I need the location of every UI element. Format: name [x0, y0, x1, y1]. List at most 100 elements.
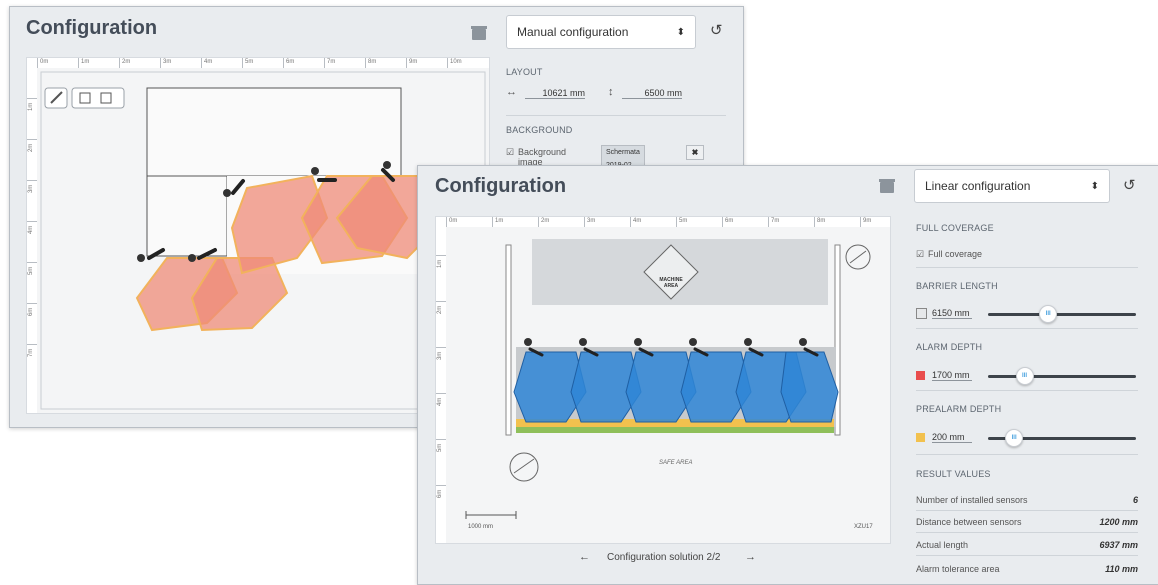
ruler-tick: 7m	[768, 217, 779, 227]
barrier-length-input[interactable]: 6150 mm	[932, 308, 972, 319]
reset-icon[interactable]: ↺	[710, 21, 723, 39]
ruler-tick: 3m	[436, 347, 446, 360]
alarm-depth-input[interactable]: 1700 mm	[932, 370, 972, 381]
ruler-tick: 2m	[27, 139, 37, 152]
ruler-tick: 9m	[406, 58, 417, 68]
ruler-tick: 0m	[446, 217, 457, 227]
width-input[interactable]: 10621 mm	[525, 88, 585, 99]
ruler-tick: 1m	[492, 217, 503, 227]
sensor-marker	[744, 338, 752, 346]
ruler-tick: 1m	[78, 58, 89, 68]
previous-solution-button[interactable]: ←	[579, 551, 590, 563]
ruler-tick: 2m	[436, 301, 446, 314]
divider	[916, 454, 1138, 455]
divider	[916, 328, 1138, 329]
ruler-tick: 4m	[27, 221, 37, 234]
layout-canvas[interactable]: 0m 1m 2m 3m 4m 5m 6m 7m 8m 9m 1m 2m 3m 4…	[435, 216, 891, 544]
ruler-tick: 2m	[119, 58, 130, 68]
watermark-label: XZU17	[854, 524, 873, 530]
sensor-marker	[579, 338, 587, 346]
ruler-tick: 1m	[436, 255, 446, 268]
sensor-marker	[223, 189, 231, 197]
alarm-depth-slider-handle[interactable]: III	[1015, 367, 1034, 385]
width-icon: ↔	[506, 86, 517, 98]
ruler-tick: 6m	[283, 58, 294, 68]
ruler-tick: 8m	[365, 58, 376, 68]
barrier-length-title: BARRIER LENGTH	[916, 281, 998, 291]
solution-label: Configuration solution 2/2	[607, 552, 721, 563]
sensor-marker	[383, 161, 391, 169]
sensor-marker	[634, 338, 642, 346]
sensor-marker	[311, 167, 319, 175]
ruler-tick: 7m	[324, 58, 335, 68]
background-checkbox-label: Background image	[518, 147, 567, 167]
ruler-tick: 8m	[814, 217, 825, 227]
next-solution-button[interactable]: →	[745, 551, 756, 563]
ruler-tick: 5m	[242, 58, 253, 68]
sensor-marker	[524, 338, 532, 346]
archive-icon[interactable]	[471, 26, 487, 40]
ruler-tick: 4m	[201, 58, 212, 68]
layout-drawing	[446, 227, 890, 543]
divider	[916, 267, 1138, 268]
settings-panel: FULL COVERAGE ☑ Full coverage BARRIER LE…	[916, 166, 1138, 584]
divider	[916, 555, 1138, 556]
ruler-tick: 3m	[27, 180, 37, 193]
background-checkbox-icon[interactable]: ☑	[506, 147, 514, 158]
ruler-tick: 0m	[37, 58, 48, 68]
alarm-depth-title: ALARM DEPTH	[916, 342, 983, 352]
ruler-tick: 5m	[676, 217, 687, 227]
sensor-marker	[799, 338, 807, 346]
crop-icon	[71, 87, 125, 109]
ruler-tick: 7m	[27, 344, 37, 357]
full-coverage-title: FULL COVERAGE	[916, 223, 994, 233]
result-row: Alarm tolerance area 110 mm	[916, 564, 1138, 574]
ruler-tick: 10m	[447, 58, 462, 68]
result-row: Number of installed sensors 6	[916, 495, 1138, 505]
ruler-tick: 6m	[436, 485, 446, 498]
result-row: Actual length 6937 mm	[916, 540, 1138, 550]
prealarm-depth-swatch	[916, 433, 925, 442]
select-arrows-icon: ⬍	[676, 26, 685, 38]
ruler-tick: 1m	[27, 98, 37, 111]
configuration-mode-value: Manual configuration	[517, 25, 629, 39]
machine-area-label: MACHINE AREA	[659, 277, 683, 289]
alarm-depth-slider[interactable]	[988, 375, 1136, 378]
alarm-depth-swatch	[916, 371, 925, 380]
result-row: Distance between sensors 1200 mm	[916, 517, 1138, 527]
ruler-tick: 5m	[436, 439, 446, 452]
layout-section-title: LAYOUT	[506, 67, 543, 77]
depth-icon: ↕	[608, 86, 614, 98]
archive-icon[interactable]	[879, 179, 895, 193]
divider	[916, 510, 1138, 511]
prealarm-depth-input[interactable]: 200 mm	[932, 432, 972, 443]
background-section-title: BACKGROUND	[506, 125, 573, 135]
result-values-title: RESULT VALUES	[916, 469, 991, 479]
page-title: Configuration	[435, 175, 567, 197]
scale-label: 1000 mm	[468, 524, 494, 530]
ruler-icon	[44, 87, 68, 109]
ruler-tick: 6m	[722, 217, 733, 227]
barrier-length-slider-handle[interactable]: III	[1039, 305, 1058, 323]
barrier-length-slider[interactable]	[988, 313, 1136, 316]
configuration-mode-select[interactable]: Manual configuration ⬍	[506, 15, 696, 49]
divider	[916, 532, 1138, 533]
full-coverage-checkbox-icon[interactable]: ☑	[916, 249, 924, 260]
ruler-tick: 2m	[538, 217, 549, 227]
ruler-tick: 6m	[27, 303, 37, 316]
divider	[506, 115, 726, 116]
sensor-marker	[689, 338, 697, 346]
ruler-tick: 3m	[584, 217, 595, 227]
prealarm-depth-slider-handle[interactable]: III	[1005, 429, 1024, 447]
safe-area-label: SAFE AREA	[659, 460, 693, 466]
linear-configuration-window: Configuration Linear configuration ⬍ ↺ 0…	[417, 165, 1158, 585]
ruler-tick: 3m	[160, 58, 171, 68]
sensor-marker	[137, 254, 145, 262]
divider	[916, 390, 1138, 391]
barrier-length-swatch	[916, 308, 927, 319]
ruler-tick: 9m	[860, 217, 871, 227]
page-title: Configuration	[26, 17, 158, 39]
ruler-tick: 4m	[436, 393, 446, 406]
depth-input[interactable]: 6500 mm	[622, 88, 682, 99]
remove-background-button[interactable]: ✖	[686, 145, 704, 160]
